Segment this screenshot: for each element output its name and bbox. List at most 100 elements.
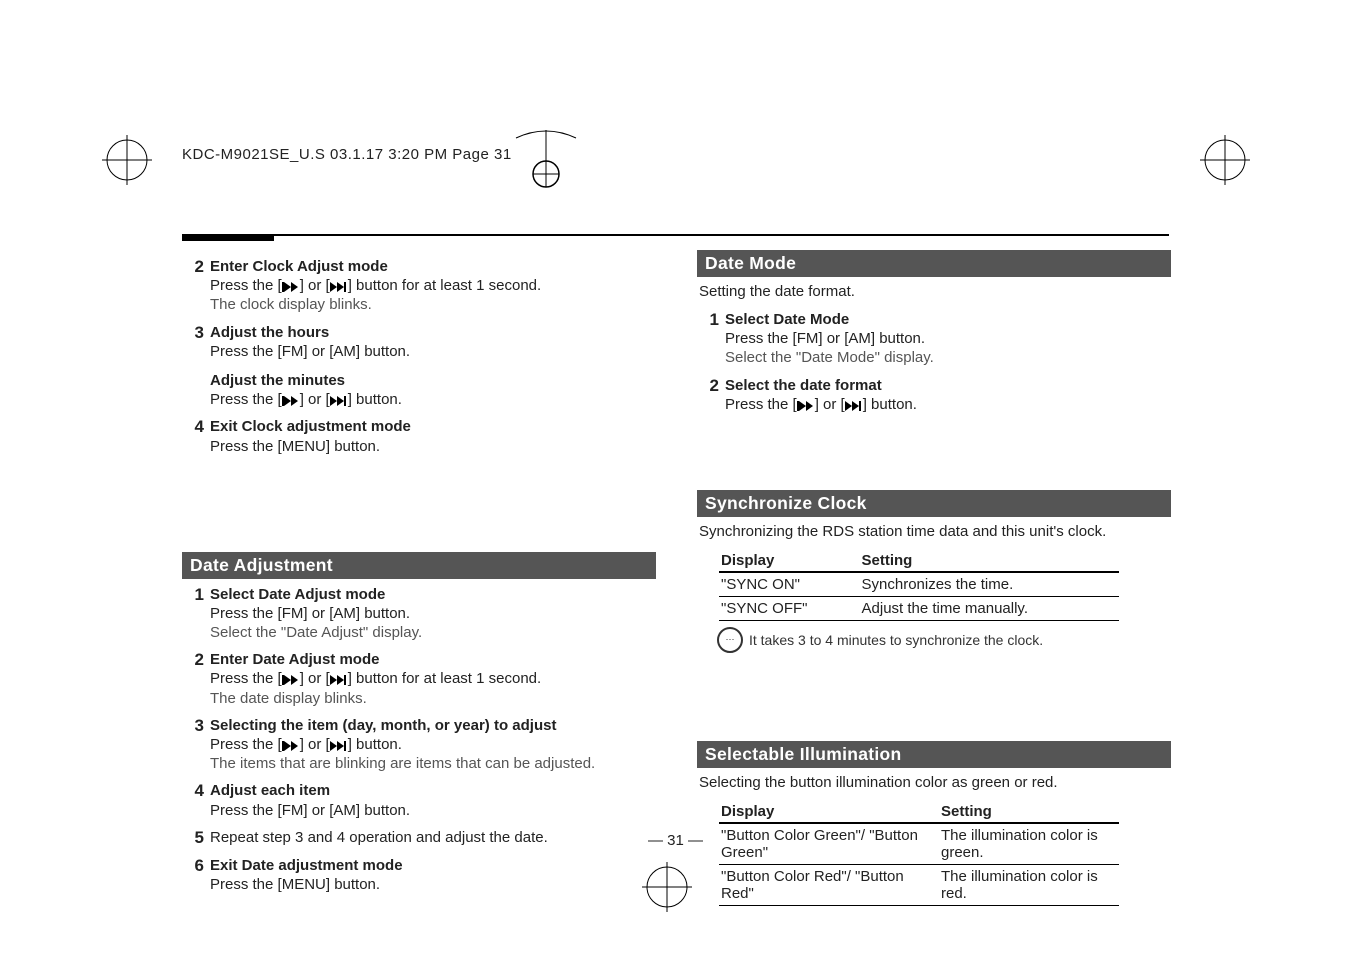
prev-track-icon <box>282 282 300 292</box>
step-text: Press the [FM] or [AM] button. <box>210 605 410 622</box>
step-text: Press the [MENU] button. <box>210 438 380 455</box>
table-row: "SYNC ON"Synchronizes the time. <box>719 572 1119 597</box>
step-number: 6 <box>182 856 204 894</box>
step-text: Press the [FM] or [AM] button. <box>725 330 925 347</box>
table-cell: "SYNC ON" <box>719 572 860 597</box>
step-number: 4 <box>182 417 204 455</box>
step-note: The clock display blinks. <box>210 296 372 313</box>
step-title: Select Date Adjust mode <box>210 586 385 603</box>
step-note: The date display blinks. <box>210 690 367 707</box>
step-text: Press the [ <box>210 736 282 753</box>
step-number: 1 <box>697 310 719 368</box>
prev-track-icon <box>282 396 300 406</box>
next-track-icon <box>330 675 348 685</box>
prev-track-icon <box>282 675 300 685</box>
step-number: 4 <box>182 781 204 819</box>
step-text: ] or [ <box>815 396 845 413</box>
step-number: 1 <box>182 585 204 643</box>
next-track-icon <box>330 396 348 406</box>
step-note: Select the "Date Adjust" display. <box>210 624 422 641</box>
illumination-table: DisplaySetting "Button Color Green"/ "Bu… <box>719 801 1119 906</box>
step-title: Exit Clock adjustment mode <box>210 418 411 435</box>
section-bar-date-mode: Date Mode <box>697 250 1171 277</box>
footnote: ⋯ It takes 3 to 4 minutes to synchronize… <box>717 627 1171 653</box>
step-title: Select the date format <box>725 377 882 394</box>
step-text: Press the [MENU] button. <box>210 876 380 893</box>
step-text: ] or [ <box>300 736 330 753</box>
next-track-icon <box>845 401 863 411</box>
step-title: Enter Clock Adjust mode <box>210 258 388 275</box>
table-cell: Adjust the time manually. <box>860 596 1119 620</box>
step-text: ] or [ <box>300 391 330 408</box>
prev-track-icon <box>282 741 300 751</box>
step-number: 3 <box>182 716 204 774</box>
table-cell: "Button Color Red"/ "Button Red" <box>719 864 939 905</box>
step-4: 4 Exit Clock adjustment mode Press the [… <box>182 417 656 455</box>
step-title: Adjust each item <box>210 782 330 799</box>
page: KDC-M9021SE_U.S 03.1.17 3:20 PM Page 31 … <box>0 0 1351 954</box>
step-3: 3 Adjust the hours Press the [FM] or [AM… <box>182 323 656 410</box>
horizontal-rule-accent <box>182 236 274 241</box>
step-text: ] or [ <box>300 277 330 294</box>
step-text: Press the [ <box>210 670 282 687</box>
step-number: 3 <box>182 323 204 410</box>
crop-mark-right-icon <box>1200 135 1250 185</box>
step-text: Press the [ <box>210 391 282 408</box>
dm-step-1: 1 Select Date Mode Press the [FM] or [AM… <box>697 310 1171 368</box>
note-icon: ⋯ <box>717 627 743 653</box>
section-desc: Selecting the button illumination color … <box>699 774 1171 791</box>
step-title: Selecting the item (day, month, or year)… <box>210 717 556 734</box>
section-desc: Setting the date format. <box>699 283 1171 300</box>
page-number: — 31 — <box>0 832 1351 849</box>
left-column: 2 Enter Clock Adjust mode Press the [ ] o… <box>182 255 656 903</box>
table-header: Setting <box>939 801 1119 823</box>
da-step-3: 3 Selecting the item (day, month, or yea… <box>182 716 656 774</box>
table-header: Setting <box>860 550 1119 572</box>
step-text: ] button. <box>348 736 402 753</box>
dm-step-2: 2 Select the date format Press the [ ] or… <box>697 376 1171 414</box>
crop-mark-left-icon <box>102 135 152 185</box>
step-text: ] button. <box>863 396 917 413</box>
registration-swing-icon <box>506 128 586 192</box>
prev-track-icon <box>797 401 815 411</box>
step-number: 2 <box>182 650 204 708</box>
step-note: Select the "Date Mode" display. <box>725 349 934 366</box>
horizontal-rule <box>182 234 1169 236</box>
step-title: Select Date Mode <box>725 311 849 328</box>
da-step-1: 1 Select Date Adjust mode Press the [FM]… <box>182 585 656 643</box>
step-text: Press the [FM] or [AM] button. <box>210 343 410 360</box>
da-step-2: 2 Enter Date Adjust mode Press the [ ] or… <box>182 650 656 708</box>
right-column: Date Mode Setting the date format. 1 Sel… <box>697 250 1171 912</box>
step-subtitle: Adjust the minutes <box>210 372 345 389</box>
table-cell: The illumination color is red. <box>939 864 1119 905</box>
table-row: "Button Color Red"/ "Button Red"The illu… <box>719 864 1119 905</box>
table-cell: "SYNC OFF" <box>719 596 860 620</box>
step-text: ] button for at least 1 second. <box>348 670 541 687</box>
step-title: Exit Date adjustment mode <box>210 857 403 874</box>
next-track-icon <box>330 741 348 751</box>
step-text: Press the [FM] or [AM] button. <box>210 802 410 819</box>
da-step-4: 4 Adjust each item Press the [FM] or [AM… <box>182 781 656 819</box>
step-2: 2 Enter Clock Adjust mode Press the [ ] o… <box>182 257 656 315</box>
print-header: KDC-M9021SE_U.S 03.1.17 3:20 PM Page 31 <box>182 146 512 163</box>
step-text: ] or [ <box>300 670 330 687</box>
da-step-6: 6 Exit Date adjustment mode Press the [M… <box>182 856 656 894</box>
step-text: Press the [ <box>210 277 282 294</box>
step-title: Adjust the hours <box>210 324 329 341</box>
section-desc: Synchronizing the RDS station time data … <box>699 523 1171 540</box>
section-bar-sel-illum: Selectable Illumination <box>697 741 1171 768</box>
table-cell: Synchronizes the time. <box>860 572 1119 597</box>
table-header: Display <box>719 801 939 823</box>
next-track-icon <box>330 282 348 292</box>
step-note: The items that are blinking are items th… <box>210 755 595 772</box>
step-number: 2 <box>697 376 719 414</box>
step-text: Press the [ <box>725 396 797 413</box>
step-text: ] button for at least 1 second. <box>348 277 541 294</box>
footnote-text: It takes 3 to 4 minutes to synchronize t… <box>749 632 1043 648</box>
table-header: Display <box>719 550 860 572</box>
section-bar-date-adjustment: Date Adjustment <box>182 552 656 579</box>
sync-clock-table: DisplaySetting "SYNC ON"Synchronizes the… <box>719 550 1119 621</box>
step-title: Enter Date Adjust mode <box>210 651 379 668</box>
section-bar-sync-clock: Synchronize Clock <box>697 490 1171 517</box>
step-number: 2 <box>182 257 204 315</box>
